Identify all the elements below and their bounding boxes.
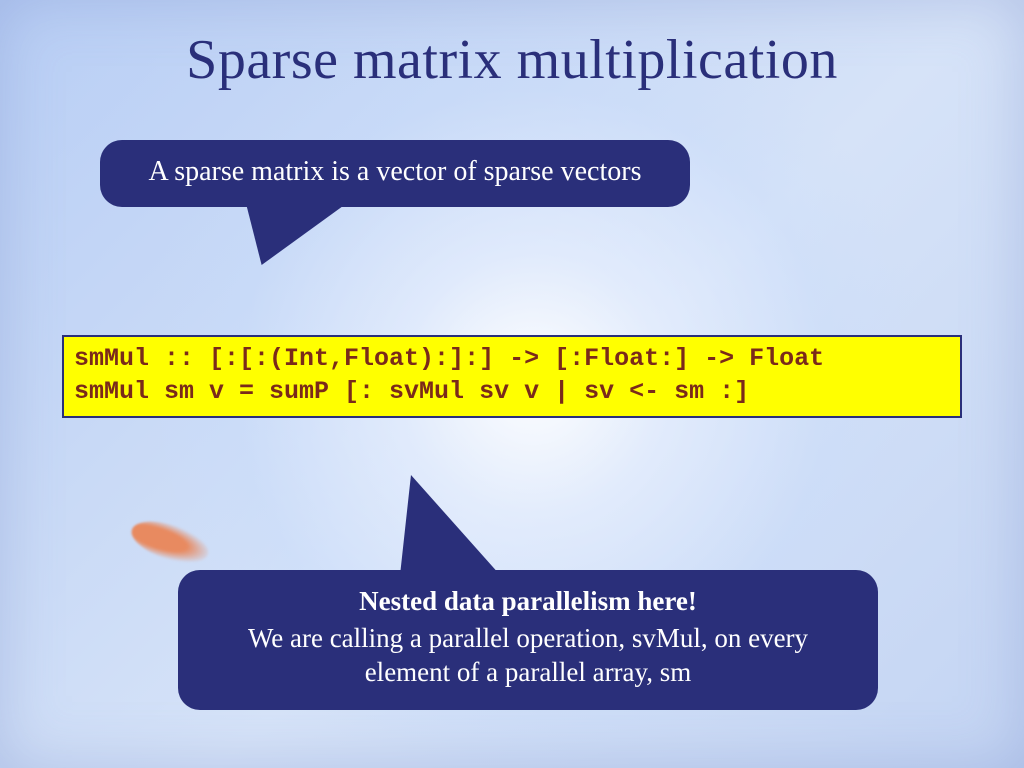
callout-top-text: A sparse matrix is a vector of sparse ve… <box>149 156 642 187</box>
callout-top: A sparse matrix is a vector of sparse ve… <box>100 140 690 207</box>
code-line-2: smMul sm v = sumP [: svMul sv v | sv <- … <box>74 377 749 406</box>
callout-bottom-body: We are calling a parallel operation, svM… <box>248 623 808 688</box>
callout-bottom: Nested data parallelism here! We are cal… <box>178 570 878 710</box>
callout-bottom-headline: Nested data parallelism here! <box>204 584 852 619</box>
decorative-smudge <box>127 513 214 570</box>
code-block: smMul :: [:[:(Int,Float):]:] -> [:Float:… <box>62 335 962 418</box>
code-line-1: smMul :: [:[:(Int,Float):]:] -> [:Float:… <box>74 344 824 373</box>
slide-title: Sparse matrix multiplication <box>0 28 1024 92</box>
